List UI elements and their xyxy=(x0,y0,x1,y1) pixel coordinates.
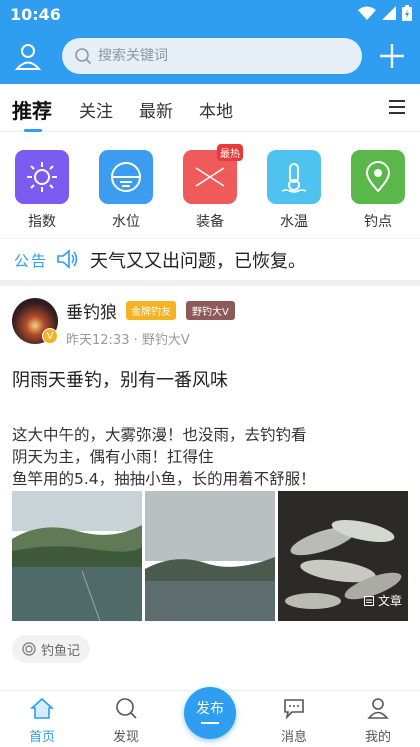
quick-label: 钓点 xyxy=(364,214,392,230)
menu-button[interactable] xyxy=(386,96,408,118)
post-title[interactable]: 阴雨天垂钓，别有一番风味 xyxy=(12,366,228,392)
nav-label: 消息 xyxy=(280,730,307,745)
search-input[interactable] xyxy=(98,48,338,64)
nav-profile[interactable]: 我的 xyxy=(350,697,406,745)
profile-button[interactable] xyxy=(12,40,44,72)
user-icon xyxy=(14,44,42,70)
post-image-fish[interactable]: 文章 xyxy=(278,491,408,621)
search-icon xyxy=(75,48,92,65)
water-level-icon xyxy=(99,150,153,204)
tab-follow[interactable]: 关注 xyxy=(79,97,113,122)
post-meta: 昨天12:33 · 野钓大V xyxy=(66,333,190,348)
gold-member-badge: 金牌钓友 xyxy=(126,301,176,320)
post-body[interactable]: 这大中午的，大雾弥漫！也没雨，去钓钓看 阴天为主，偶有小雨！扛得住 鱼竿用的5.… xyxy=(12,424,412,490)
map-pin-icon xyxy=(351,150,405,204)
author-name[interactable]: 垂钓狼 xyxy=(66,298,117,323)
plus-icon xyxy=(380,44,404,68)
nav-home[interactable]: 首页 xyxy=(14,697,70,745)
nav-label: 发现 xyxy=(112,730,139,745)
status-bar: 10:46 xyxy=(0,0,420,30)
home-icon xyxy=(29,697,55,719)
publish-label: 发布 xyxy=(196,701,224,717)
post-card[interactable]: V 垂钓狼 金牌钓友 野钓大V 昨天12:33 · 野钓大V 阴雨天垂钓，别有一… xyxy=(0,286,420,676)
status-time: 10:46 xyxy=(10,5,61,24)
quick-label: 指数 xyxy=(28,214,56,230)
quick-item-water-level[interactable]: 水位 xyxy=(98,150,154,231)
quick-label: 装备 xyxy=(196,214,224,230)
article-label-text: 文章 xyxy=(377,594,402,608)
wild-fishing-badge: 野钓大V xyxy=(186,301,235,320)
post-images: 文章 xyxy=(12,491,408,621)
tab-latest[interactable]: 最新 xyxy=(139,97,173,122)
announcement-text: 天气又又出问题，已恢复。 xyxy=(90,251,306,272)
post-image-hills[interactable] xyxy=(145,491,275,621)
discover-icon xyxy=(116,698,137,719)
top-bar: 10:46 xyxy=(0,0,420,84)
announcement-bar[interactable]: 公告 天气又又出问题，已恢复。 xyxy=(0,238,420,280)
category-label: 钓鱼记 xyxy=(41,643,81,659)
nav-discover[interactable]: 发现 xyxy=(98,697,154,745)
quick-item-spot[interactable]: 钓点 xyxy=(350,150,406,231)
header-row xyxy=(0,36,420,76)
article-icon xyxy=(364,596,375,606)
wifi-icon xyxy=(358,6,376,20)
announcement-tag: 公告 xyxy=(14,252,49,270)
signal-icon xyxy=(382,6,396,20)
profile-icon xyxy=(367,698,389,719)
nav-label: 我的 xyxy=(364,730,391,745)
hot-badge: 最热 xyxy=(217,144,243,161)
quick-actions: 指数 水位 最热 装备 水温 钓点 xyxy=(0,140,420,236)
verified-badge: V xyxy=(42,328,58,344)
post-body-line: 鱼竿用的5.4，抽抽小鱼，长的用着不舒服！ xyxy=(12,470,316,488)
quick-label: 水温 xyxy=(280,214,308,230)
publish-button[interactable]: 发布 xyxy=(184,687,236,739)
target-icon xyxy=(22,642,36,656)
message-icon xyxy=(284,699,304,720)
nav-messages[interactable]: 消息 xyxy=(266,697,322,745)
gear-cross-icon: 最热 xyxy=(183,144,243,204)
thermometer-icon xyxy=(267,150,321,204)
sun-icon xyxy=(15,150,69,204)
tab-recommend[interactable]: 推荐 xyxy=(12,95,52,124)
status-icons xyxy=(358,5,412,21)
menu-icon xyxy=(389,100,405,114)
battery-icon xyxy=(402,5,412,21)
speaker-icon xyxy=(57,249,78,269)
feed-tabs: 推荐 关注 最新 本地 xyxy=(0,84,420,132)
post-image-lake[interactable] xyxy=(12,491,142,621)
quick-item-index[interactable]: 指数 xyxy=(14,150,70,231)
quick-item-water-temp[interactable]: 水温 xyxy=(266,150,322,231)
bottom-nav: 首页 发现 发布 消息 我的 xyxy=(0,687,420,747)
publish-icon xyxy=(201,722,219,724)
post-body-line: 这大中午的，大雾弥漫！也没雨，去钓钓看 xyxy=(12,426,307,444)
quick-item-gear[interactable]: 最热 装备 xyxy=(182,144,243,231)
category-chip[interactable]: 钓鱼记 xyxy=(12,635,91,663)
article-label: 文章 xyxy=(364,592,402,609)
nav-label: 首页 xyxy=(28,730,55,745)
quick-label: 水位 xyxy=(112,214,140,230)
tab-local[interactable]: 本地 xyxy=(199,97,233,122)
tab-indicator xyxy=(24,129,42,132)
post-body-line: 阴天为主，偶有小雨！扛得住 xyxy=(12,448,214,466)
add-button[interactable] xyxy=(376,40,408,72)
search-bar[interactable] xyxy=(62,38,362,74)
